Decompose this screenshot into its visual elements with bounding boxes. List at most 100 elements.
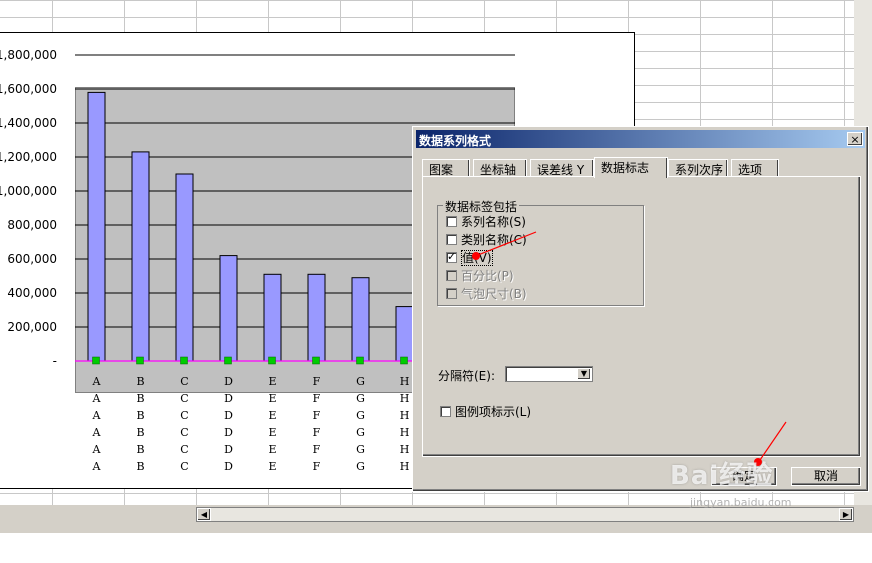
x-category-label: A [92, 426, 102, 439]
label-contains-group: 数据标签包括 系列名称(S) 类别名称(C) ✓ 值(V) 百分比(P) 气泡尺寸… [437, 198, 644, 306]
x-category-label: B [136, 426, 144, 439]
y-tick-label: 200,000 [7, 320, 57, 334]
x-category-label: C [180, 443, 188, 456]
status-bar: ◀ ▶ [0, 505, 872, 533]
x-category-label: B [136, 392, 144, 405]
series-name-label: 系列名称(S) [461, 215, 526, 229]
bar [263, 273, 282, 362]
checkbox-box [446, 288, 457, 299]
x-category-label: H [400, 426, 410, 439]
chevron-down-icon[interactable]: ▼ [577, 368, 591, 380]
y-tick-label: 800,000 [7, 218, 57, 232]
selection-handle [180, 356, 188, 365]
tab-axis[interactable]: 坐标轴 [473, 159, 527, 177]
x-category-label: E [268, 409, 276, 422]
legend-key-label: 图例项标示(L) [455, 405, 532, 419]
scroll-right-icon[interactable]: ▶ [839, 508, 853, 521]
x-category-label: A [92, 375, 102, 388]
x-category-label: D [224, 409, 233, 422]
tab-error-bars[interactable]: 误差线 Y [530, 159, 594, 177]
x-category-label: H [400, 392, 410, 405]
format-data-series-dialog: 数据系列格式 × 图案 坐标轴 误差线 Y 数据标志 系列次序 选项 数据标签包… [412, 126, 869, 492]
x-category-label: G [356, 426, 365, 439]
x-category-label: B [136, 409, 144, 422]
bar [219, 255, 238, 362]
x-category-label: A [92, 460, 102, 473]
dialog-title: 数据系列格式 [419, 134, 492, 148]
x-category-label: A [92, 392, 102, 405]
y-tick-label: 1,000,000 [0, 184, 57, 198]
checkbox-box[interactable] [440, 406, 451, 417]
x-category-label: F [313, 460, 321, 473]
bar [131, 151, 150, 362]
selection-handle [268, 356, 276, 365]
close-icon[interactable]: × [847, 132, 863, 146]
x-category-label: G [356, 443, 365, 456]
x-category-label: D [224, 443, 233, 456]
x-category-label: G [356, 460, 365, 473]
baidu-watermark: Bai经验 [670, 461, 774, 491]
series-name-checkbox[interactable]: 系列名称(S) [446, 213, 526, 229]
tab-options[interactable]: 选项 [731, 159, 779, 177]
percentage-label: 百分比(P) [461, 269, 514, 283]
selection-handle [356, 356, 364, 365]
checkmark-icon: ✓ [447, 250, 457, 263]
x-category-label: G [356, 375, 365, 388]
y-tick-label: 400,000 [7, 286, 57, 300]
x-category-label: F [313, 392, 321, 405]
x-category-label: H [400, 409, 410, 422]
y-tick-label: 600,000 [7, 252, 57, 266]
bar [351, 277, 370, 362]
horizontal-scrollbar[interactable]: ◀ ▶ [196, 507, 854, 522]
tab-series-order[interactable]: 系列次序 [668, 159, 728, 177]
x-category-label: D [224, 460, 233, 473]
y-tick-label: 1,200,000 [0, 150, 57, 164]
category-name-checkbox[interactable]: 类别名称(C) [446, 231, 527, 247]
scroll-left-icon[interactable]: ◀ [197, 508, 211, 521]
x-category-label: G [356, 392, 365, 405]
x-category-label: A [92, 409, 102, 422]
baidu-watermark-url: jingyan.baidu.com [690, 496, 792, 509]
tab-data-labels[interactable]: 数据标志 [594, 157, 668, 178]
legend-key-checkbox[interactable]: 图例项标示(L) [440, 403, 531, 419]
x-category-label: E [268, 460, 276, 473]
x-category-label: H [400, 460, 410, 473]
percentage-checkbox: 百分比(P) [446, 267, 514, 283]
checkbox-box[interactable] [446, 234, 457, 245]
y-tick-label: 1,800,000 [0, 48, 57, 62]
cancel-button[interactable]: 取消 [791, 467, 861, 486]
y-tick-label: 1,400,000 [0, 116, 57, 130]
y-tick-label: - [53, 354, 57, 368]
separator-label: 分隔符(E): [438, 369, 495, 383]
x-category-label: A [92, 443, 102, 456]
x-category-label: B [136, 375, 144, 388]
x-category-label: C [180, 426, 188, 439]
x-category-label: B [136, 460, 144, 473]
x-category-label: H [400, 375, 410, 388]
x-category-label: E [268, 443, 276, 456]
separator-select[interactable]: ▼ [505, 366, 593, 382]
selection-handle [136, 356, 144, 365]
dialog-titlebar[interactable]: 数据系列格式 × [416, 130, 865, 148]
checkbox-box[interactable]: ✓ [446, 250, 457, 263]
x-category-label: C [180, 409, 188, 422]
x-category-label: D [224, 426, 233, 439]
data-labels-panel: 数据标签包括 系列名称(S) 类别名称(C) ✓ 值(V) 百分比(P) 气泡尺寸… [422, 176, 861, 457]
selection-handle [92, 356, 100, 365]
x-category-label: C [180, 460, 188, 473]
y-tick-label: 1,600,000 [0, 82, 57, 96]
x-category-label: F [313, 409, 321, 422]
x-category-label: C [180, 375, 188, 388]
bar [307, 273, 326, 362]
x-category-label: D [224, 375, 233, 388]
bubble-size-label: 气泡尺寸(B) [461, 287, 527, 301]
bar [87, 91, 106, 362]
selection-handle [312, 356, 320, 365]
bubble-size-checkbox: 气泡尺寸(B) [446, 285, 527, 301]
selection-handle [224, 356, 232, 365]
value-checkbox[interactable]: ✓ 值(V) [446, 249, 493, 266]
checkbox-box[interactable] [446, 216, 457, 227]
x-category-label: F [313, 426, 321, 439]
x-category-label: G [356, 409, 365, 422]
tab-patterns[interactable]: 图案 [422, 159, 470, 177]
